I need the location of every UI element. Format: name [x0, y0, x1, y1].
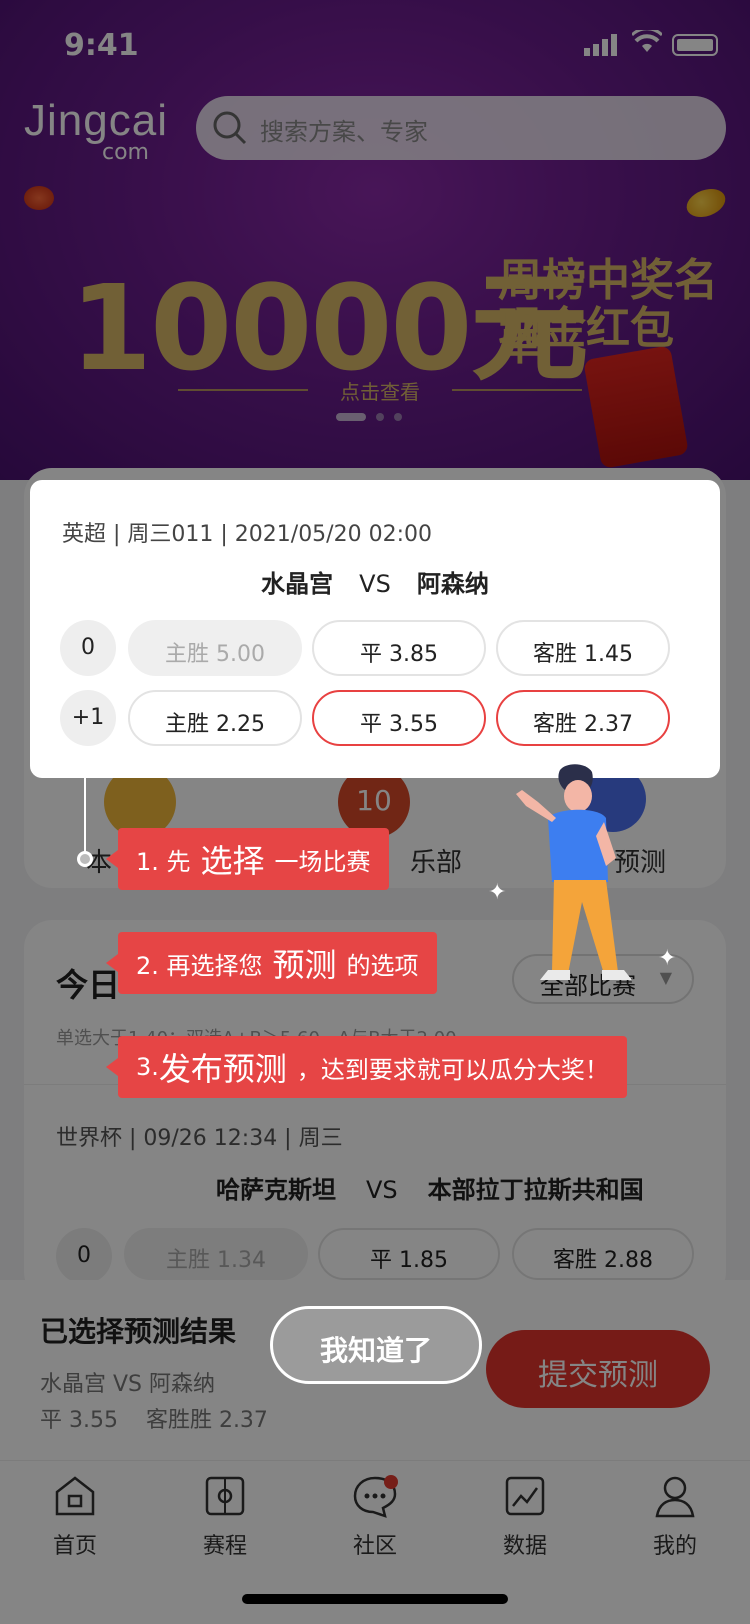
step-text: 1. 先: [136, 847, 191, 876]
handicap-badge: +1: [60, 690, 116, 746]
sparkle-icon: ✦: [488, 880, 507, 905]
step-text: 一场比赛: [274, 847, 371, 876]
odds-draw-button-selected[interactable]: 平 3.55: [312, 690, 486, 746]
away-team: 阿森纳: [416, 570, 489, 598]
guide-step-2: 2. 再选择您 预测 的选项: [106, 932, 437, 994]
step-keyword: 选择: [200, 842, 265, 880]
odds-away-button-selected[interactable]: 客胜 2.37: [496, 690, 670, 746]
odds-draw-button[interactable]: 平 3.85: [312, 620, 486, 676]
guide-connector: [84, 776, 86, 858]
step-keyword: 预测: [272, 946, 337, 984]
match-teams: 水晶宫 VS 阿森纳: [30, 564, 720, 599]
step-text: 2. 再选择您: [136, 951, 263, 980]
step-text: ，达到要求就可以瓜分大奖！: [296, 1055, 609, 1084]
guide-dot: [77, 851, 93, 867]
guide-character-illustration: [516, 764, 632, 980]
home-team: 水晶宫: [261, 570, 334, 598]
handicap-badge: 0: [60, 620, 116, 676]
guide-step-3: 3. 发布预测 ，达到要求就可以瓜分大奖！: [106, 1036, 627, 1098]
vs-label: VS: [359, 570, 391, 598]
highlight-match-card[interactable]: 英超 | 周三011 | 2021/05/20 02:00 水晶宫 VS 阿森纳 0…: [30, 480, 720, 778]
match-meta: 英超 | 周三011 | 2021/05/20 02:00: [62, 522, 432, 547]
odds-away-button[interactable]: 客胜 1.45: [496, 620, 670, 676]
sparkle-icon: ✦: [658, 946, 677, 971]
guide-step-1: 1. 先 选择 一场比赛: [106, 828, 389, 890]
step-keyword: 发布预测: [158, 1050, 287, 1088]
step-text: 3.: [136, 1053, 159, 1081]
odds-home-button[interactable]: 主胜 2.25: [128, 690, 302, 746]
step-text: 的选项: [346, 951, 419, 980]
got-it-button[interactable]: 我知道了: [270, 1306, 482, 1384]
odds-home-button[interactable]: 主胜 5.00: [128, 620, 302, 676]
